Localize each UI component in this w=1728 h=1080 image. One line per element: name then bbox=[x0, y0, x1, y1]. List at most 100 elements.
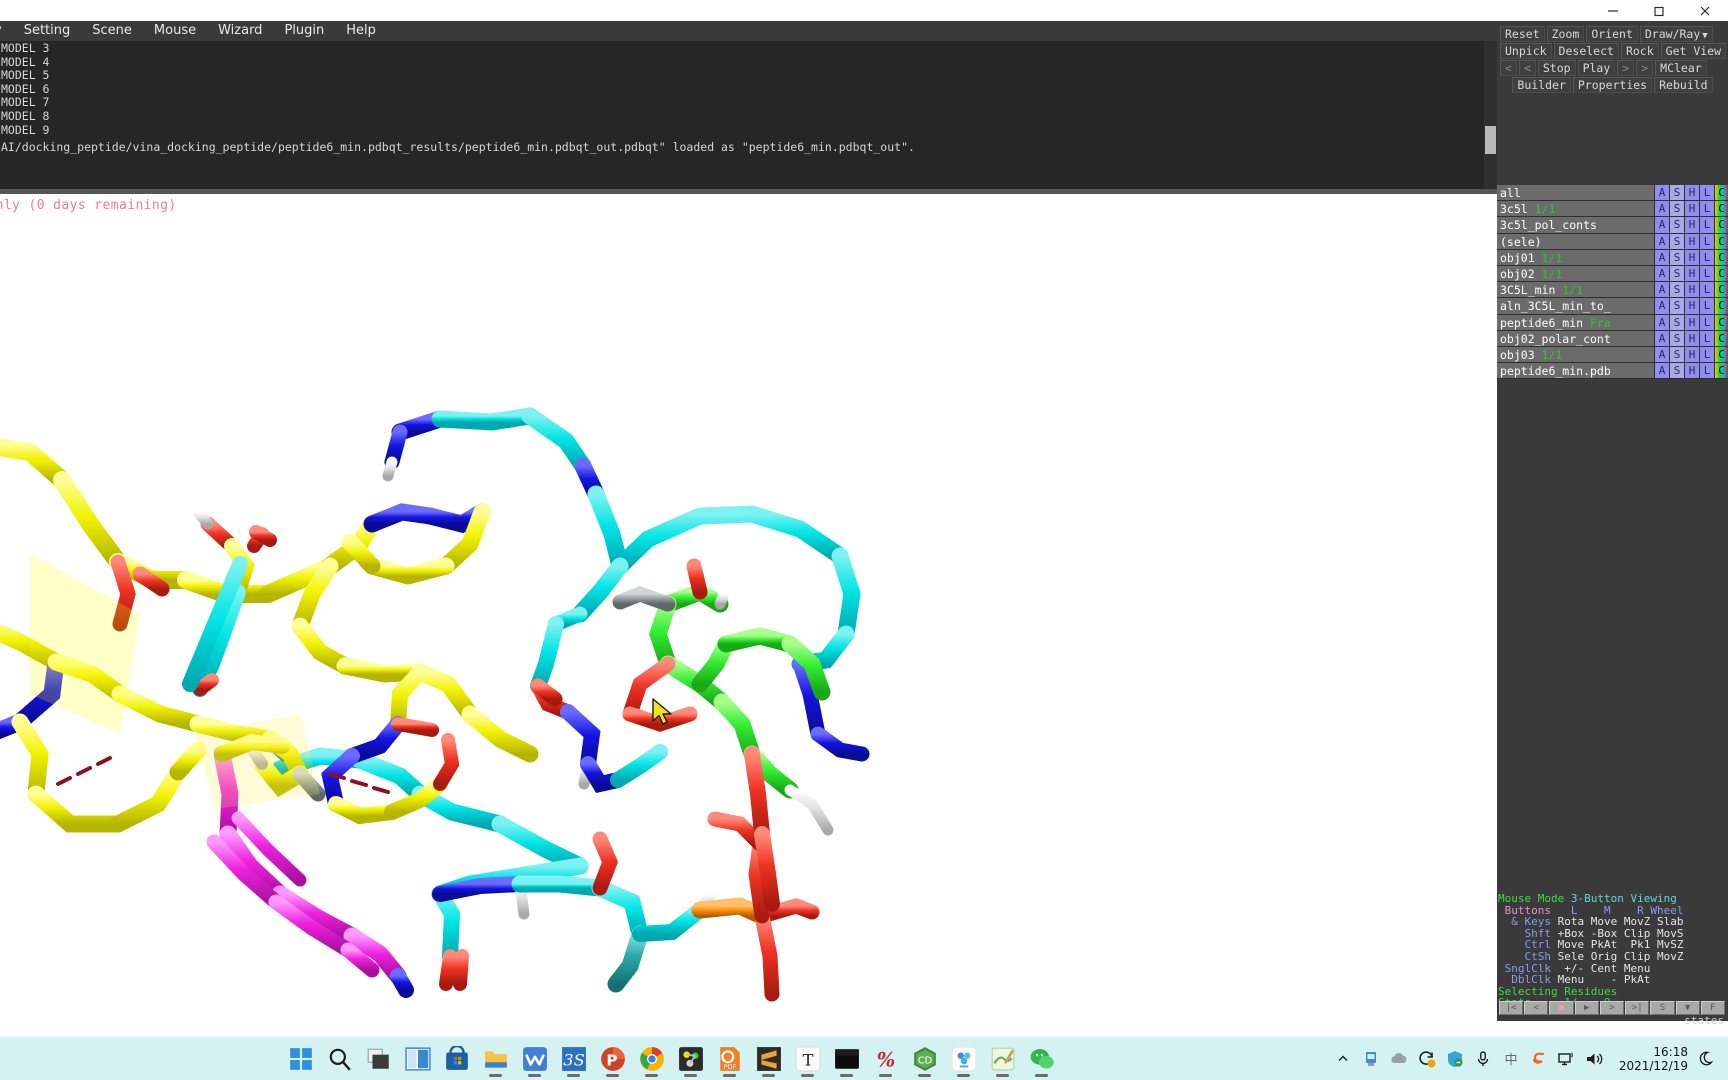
deselect-button[interactable]: Deselect bbox=[1553, 42, 1619, 59]
console-scrollbar[interactable] bbox=[1484, 41, 1497, 189]
object-toggle-h[interactable]: H bbox=[1684, 282, 1699, 299]
object-name[interactable]: (sele) bbox=[1497, 233, 1654, 250]
stop-state-button[interactable]: ■ bbox=[1549, 1000, 1574, 1015]
object-toggle-a[interactable]: A bbox=[1654, 314, 1669, 331]
object-name[interactable]: obj03 1/1 bbox=[1497, 346, 1654, 364]
object-toggle-h[interactable]: H bbox=[1684, 249, 1699, 266]
object-toggle-s[interactable]: S bbox=[1669, 265, 1684, 283]
percent-app-icon[interactable]: % bbox=[866, 1037, 905, 1080]
molecular-viewport[interactable]: ation Only (0 days remaining) bbox=[0, 194, 1497, 1021]
ime-chinese-icon[interactable]: 中 bbox=[1497, 1037, 1525, 1080]
object-toggle-a[interactable]: A bbox=[1654, 201, 1669, 218]
object-row[interactable]: obj02_polar_cont A S H L C bbox=[1497, 330, 1728, 347]
object-row[interactable]: obj03 1/1 A S H L C bbox=[1497, 346, 1728, 364]
object-row[interactable]: 3c5l 1/1 A S H L C bbox=[1497, 201, 1728, 218]
onedrive-icon[interactable] bbox=[1385, 1037, 1413, 1080]
discovery-studio-icon[interactable]: 3S bbox=[554, 1037, 593, 1080]
mclear-button[interactable]: MClear bbox=[1655, 59, 1707, 76]
volume-icon[interactable] bbox=[1581, 1037, 1609, 1080]
object-toggle-l[interactable]: L bbox=[1699, 185, 1714, 202]
wps-office-icon[interactable] bbox=[515, 1037, 554, 1080]
draw-ray-button[interactable]: Draw/Ray ▼ bbox=[1639, 25, 1713, 42]
stop-button[interactable]: Stop bbox=[1537, 59, 1576, 76]
object-toggle-c[interactable]: C bbox=[1714, 330, 1728, 347]
object-row[interactable]: (sele) A S H L C bbox=[1497, 233, 1728, 250]
microphone-icon[interactable] bbox=[1469, 1037, 1497, 1080]
object-toggle-c[interactable]: C bbox=[1714, 346, 1728, 364]
object-name[interactable]: peptide6_min Fra bbox=[1497, 314, 1654, 331]
menu-item-display[interactable]: y bbox=[0, 21, 13, 41]
object-toggle-s[interactable]: S bbox=[1669, 363, 1684, 380]
play-state-button[interactable]: ▶ bbox=[1574, 1000, 1599, 1015]
object-toggle-s[interactable]: S bbox=[1669, 201, 1684, 218]
show-hidden-icons-chevron[interactable] bbox=[1329, 1037, 1357, 1080]
maximize-button[interactable] bbox=[1636, 0, 1682, 21]
minimize-button[interactable] bbox=[1590, 0, 1636, 21]
console-scrollbar-thumb[interactable] bbox=[1485, 126, 1496, 154]
object-name[interactable]: 3c5l 1/1 bbox=[1497, 201, 1654, 218]
object-toggle-a[interactable]: A bbox=[1654, 346, 1669, 364]
close-button[interactable] bbox=[1682, 0, 1728, 21]
typora-icon[interactable]: T bbox=[788, 1037, 827, 1080]
prev-state-button[interactable]: < bbox=[1524, 1000, 1549, 1015]
menu-item-mouse[interactable]: Mouse bbox=[143, 21, 207, 41]
start-windows-icon[interactable] bbox=[281, 1037, 320, 1080]
object-toggle-l[interactable]: L bbox=[1699, 298, 1714, 315]
menu-item-plugin[interactable]: Plugin bbox=[273, 21, 335, 41]
orient-button[interactable]: Orient bbox=[1586, 25, 1638, 42]
menu-item-setting[interactable]: Setting bbox=[13, 21, 82, 41]
builder-button[interactable]: Builder bbox=[1512, 76, 1571, 93]
object-toggle-a[interactable]: A bbox=[1654, 330, 1669, 347]
wechat-icon[interactable] bbox=[1022, 1037, 1061, 1080]
object-toggle-l[interactable]: L bbox=[1699, 233, 1714, 250]
rock-button[interactable]: Rock bbox=[1620, 42, 1659, 59]
powerpoint-icon[interactable]: P bbox=[593, 1037, 632, 1080]
taskbar-clock[interactable]: 16:18 2021/12/19 bbox=[1609, 1045, 1694, 1073]
security-shield-icon[interactable] bbox=[1441, 1037, 1469, 1080]
notes-app-icon[interactable] bbox=[983, 1037, 1022, 1080]
unpick-button[interactable]: Unpick bbox=[1500, 42, 1552, 59]
object-toggle-a[interactable]: A bbox=[1654, 249, 1669, 266]
object-toggle-c[interactable]: C bbox=[1714, 265, 1728, 283]
task-view-icon[interactable] bbox=[359, 1037, 398, 1080]
chrome-icon[interactable] bbox=[632, 1037, 671, 1080]
object-toggle-c[interactable]: C bbox=[1714, 298, 1728, 315]
object-name[interactable]: 3C5L_min 1/1 bbox=[1497, 282, 1654, 299]
object-toggle-l[interactable]: L bbox=[1699, 201, 1714, 218]
microsoft-store-icon[interactable] bbox=[437, 1037, 476, 1080]
properties-button[interactable]: Properties bbox=[1572, 76, 1653, 93]
object-row[interactable]: 3c5l_pol_conts A S H L C bbox=[1497, 217, 1728, 234]
object-toggle-s[interactable]: S bbox=[1669, 298, 1684, 315]
play-button[interactable]: Play bbox=[1577, 59, 1616, 76]
object-toggle-l[interactable]: L bbox=[1699, 346, 1714, 364]
sogou-input-icon[interactable] bbox=[1525, 1037, 1553, 1080]
object-name[interactable]: obj02 1/1 bbox=[1497, 265, 1654, 283]
object-toggle-h[interactable]: H bbox=[1684, 217, 1699, 234]
terminal-icon[interactable] bbox=[827, 1037, 866, 1080]
object-toggle-a[interactable]: A bbox=[1654, 265, 1669, 283]
object-name[interactable]: obj02_polar_cont bbox=[1497, 330, 1654, 347]
object-row[interactable]: obj02 1/1 A S H L C bbox=[1497, 265, 1728, 283]
chemdraw-icon[interactable]: CD bbox=[905, 1037, 944, 1080]
update-icon[interactable] bbox=[1413, 1037, 1441, 1080]
object-toggle-c[interactable]: C bbox=[1714, 201, 1728, 218]
object-toggle-h[interactable]: H bbox=[1684, 330, 1699, 347]
first-state-button[interactable]: |< bbox=[1499, 1000, 1524, 1015]
object-toggle-l[interactable]: L bbox=[1699, 314, 1714, 331]
usb-device-icon[interactable] bbox=[1357, 1037, 1385, 1080]
object-toggle-h[interactable]: H bbox=[1684, 265, 1699, 283]
menu-item-help[interactable]: Help bbox=[335, 21, 387, 41]
object-toggle-s[interactable]: S bbox=[1669, 233, 1684, 250]
object-toggle-s[interactable]: S bbox=[1669, 346, 1684, 364]
search-icon[interactable] bbox=[320, 1037, 359, 1080]
object-toggle-h[interactable]: H bbox=[1684, 185, 1699, 202]
object-toggle-a[interactable]: A bbox=[1654, 363, 1669, 380]
object-toggle-a[interactable]: A bbox=[1654, 233, 1669, 250]
foxit-pdf-icon[interactable]: PDF bbox=[710, 1037, 749, 1080]
object-toggle-s[interactable]: S bbox=[1669, 282, 1684, 299]
step-forward-button[interactable]: > bbox=[1617, 59, 1635, 76]
object-row[interactable]: 3C5L_min 1/1 A S H L C bbox=[1497, 282, 1728, 299]
rebuild-button[interactable]: Rebuild bbox=[1654, 76, 1713, 93]
object-name[interactable]: 3c5l_pol_conts bbox=[1497, 217, 1654, 234]
object-toggle-s[interactable]: S bbox=[1669, 185, 1684, 202]
